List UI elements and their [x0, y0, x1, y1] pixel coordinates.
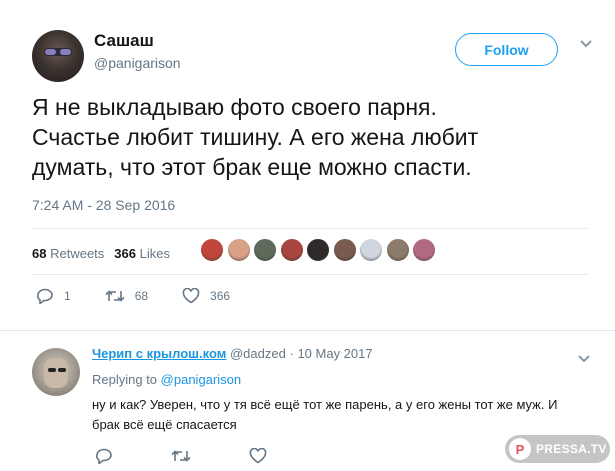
author-display-name[interactable]: Сашаш [94, 31, 154, 51]
liker-avatar[interactable] [253, 238, 277, 262]
tweet-actions: 1 68 366 [36, 288, 264, 304]
like-icon [182, 288, 200, 304]
retweet-icon[interactable] [171, 449, 191, 463]
liker-avatar[interactable] [306, 238, 330, 262]
retweet-icon [105, 290, 125, 302]
tweet-stats: 68 Retweets 366 Likes [32, 240, 180, 266]
tweet-text-line: думать, что этот брак еще можно спасти. [32, 154, 472, 180]
tweet-timestamp[interactable]: 7:24 AM - 28 Sep 2016 [32, 197, 175, 213]
watermark-logo: P [509, 438, 531, 460]
author-handle[interactable]: @panigarison [94, 55, 181, 71]
likes-stat[interactable]: 366 Likes [114, 246, 170, 261]
likes-count: 366 [114, 245, 136, 261]
retweet-count: 68 [134, 289, 149, 303]
liker-avatar[interactable] [385, 238, 410, 262]
liker-avatar[interactable] [200, 238, 224, 262]
reply-author-handle[interactable]: @dadzed [230, 346, 286, 361]
retweet-action[interactable]: 68 [105, 289, 148, 303]
replying-to-label: Replying to [92, 372, 158, 387]
liker-avatars [200, 238, 439, 262]
tweet-header: Сашаш @panigarison Follow [32, 22, 572, 82]
retweets-label: Retweets [50, 245, 105, 261]
reply-icon[interactable] [95, 448, 113, 464]
liker-avatar[interactable] [359, 238, 383, 262]
divider [32, 274, 588, 275]
chevron-down-icon[interactable] [580, 35, 592, 53]
reply-text-line: брак всё ещё спасается [92, 417, 237, 432]
tweet-text-line: Счастье любит тишину. А его жена любит [32, 124, 479, 150]
reply-header: Черип с крылош.ком @dadzed · 10 May 2017 [92, 346, 373, 361]
like-action[interactable]: 366 [182, 288, 230, 304]
reply-actions [95, 448, 325, 464]
divider [0, 330, 615, 331]
reply-action[interactable]: 1 [36, 288, 71, 304]
follow-button[interactable]: Follow [455, 33, 558, 66]
liker-avatar[interactable] [332, 238, 357, 262]
chevron-down-icon[interactable] [578, 350, 590, 368]
retweets-count: 68 [32, 245, 47, 261]
watermark-text: PRESSA.TV [536, 442, 607, 456]
like-icon[interactable] [249, 448, 267, 464]
tweet-text-line: Я не выкладываю фото своего парня. [32, 94, 437, 120]
reply-icon [37, 288, 53, 304]
tweet-text: Я не выкладываю фото своего парня. Счаст… [32, 92, 592, 182]
retweets-stat[interactable]: 68 Retweets [32, 246, 104, 261]
reply-count: 1 [64, 289, 71, 303]
divider [32, 228, 588, 229]
reply-author-name[interactable]: Черип с крылош.ком [92, 346, 226, 361]
separator-dot: · [289, 346, 294, 361]
liker-avatar[interactable] [226, 238, 251, 262]
replying-to-handle[interactable]: @panigarison [161, 372, 241, 387]
reply-date[interactable]: 10 May 2017 [297, 346, 372, 361]
likes-label: Likes [139, 245, 170, 261]
replying-to: Replying to @panigarison [92, 372, 241, 387]
like-count: 366 [210, 289, 231, 303]
reply-text: ну и как? Уверен, что у тя всё ещё тот ж… [92, 395, 597, 435]
reply-text-line: ну и как? Уверен, что у тя всё ещё тот ж… [92, 397, 558, 412]
author-avatar[interactable] [32, 30, 84, 82]
liker-avatar[interactable] [412, 238, 436, 262]
watermark: P PRESSA.TV [505, 435, 610, 463]
liker-avatar[interactable] [279, 238, 304, 262]
reply-author-avatar[interactable] [32, 348, 80, 396]
